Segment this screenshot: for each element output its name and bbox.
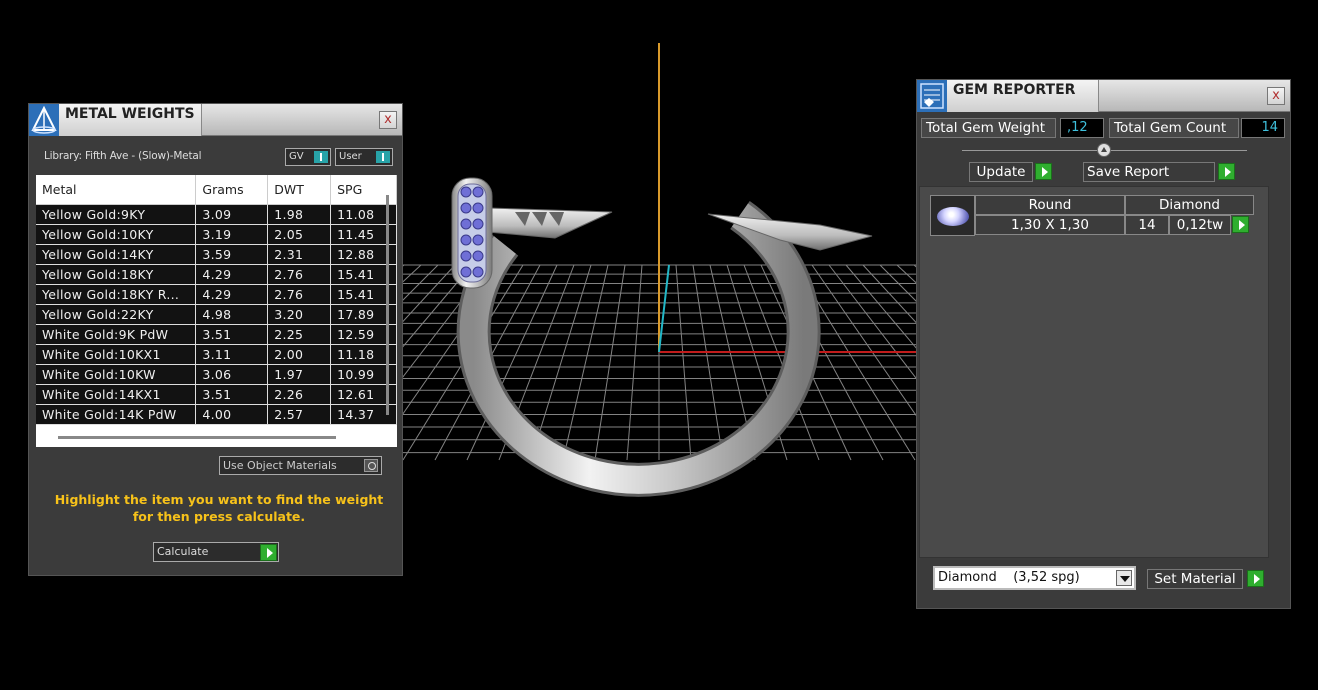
table-row[interactable]: Yellow Gold:9KY 3.09 1.98 11.08	[36, 204, 397, 225]
gem-shape: Round	[975, 195, 1125, 215]
user-toggle[interactable]: User	[335, 148, 393, 166]
cell-grams: 3.51	[195, 384, 269, 405]
cell-grams: 3.09	[195, 204, 269, 225]
metal-weights-titlebar[interactable]: METAL WEIGHTS x	[29, 104, 402, 136]
cell-metal: White Gold:9K PdW	[36, 324, 197, 345]
gem-count: 14	[1125, 215, 1169, 235]
gem-list[interactable]: Round Diamond 1,30 X 1,30 14 0,12tw	[919, 186, 1269, 558]
table-row[interactable]: Yellow Gold:18KY R... 4.29 2.76 15.41	[36, 284, 397, 305]
column-header-metal[interactable]: Metal	[36, 175, 197, 205]
cell-dwt: 2.31	[267, 244, 332, 265]
material-select-value: Diamond (3,52 spg)	[938, 570, 1080, 585]
table-row[interactable]: Yellow Gold:18KY 4.29 2.76 15.41	[36, 264, 397, 285]
cell-dwt: 2.76	[267, 284, 332, 305]
cell-metal: Yellow Gold:9KY	[36, 204, 197, 225]
table-row[interactable]: Yellow Gold:14KY 3.59 2.31 12.88	[36, 244, 397, 265]
cell-metal: Yellow Gold:10KY	[36, 224, 197, 245]
close-icon[interactable]: x	[379, 111, 397, 129]
cell-grams: 4.98	[195, 304, 269, 325]
instruction-text: Highlight the item you want to find the …	[54, 492, 384, 524]
cell-grams: 3.59	[195, 244, 269, 265]
cell-grams: 4.00	[195, 404, 269, 425]
cell-grams: 4.29	[195, 264, 269, 285]
column-header-grams[interactable]: Grams	[195, 175, 269, 205]
table-header-row: Metal Grams DWT SPG	[36, 175, 397, 205]
panel-title: METAL WEIGHTS	[59, 104, 202, 136]
cell-grams: 3.11	[195, 344, 269, 365]
gv-toggle-label: GV	[289, 151, 304, 162]
cell-dwt: 1.97	[267, 364, 332, 385]
gem-material: Diamond	[1125, 195, 1254, 215]
gem-play-icon[interactable]	[1232, 216, 1249, 233]
update-play-icon[interactable]	[1035, 163, 1052, 180]
gv-toggle[interactable]: GV	[285, 148, 331, 166]
play-icon	[260, 544, 277, 561]
table-row[interactable]: Yellow Gold:10KY 3.19 2.05 11.45	[36, 224, 397, 245]
total-gem-weight-label: Total Gem Weight	[921, 118, 1056, 138]
radio-icon	[364, 459, 378, 472]
cell-dwt: 2.05	[267, 224, 332, 245]
table-row[interactable]: Yellow Gold:22KY 4.98 3.20 17.89	[36, 304, 397, 325]
gem-weight: 0,12tw	[1169, 215, 1231, 235]
calculate-button[interactable]: Calculate	[153, 542, 279, 562]
use-object-materials-label: Use Object Materials	[223, 459, 337, 472]
library-label: Library: Fifth Ave - (Slow)-Metal	[44, 150, 202, 162]
metal-weights-panel: METAL WEIGHTS x Library: Fifth Ave - (Sl…	[28, 103, 403, 576]
cell-dwt: 2.25	[267, 324, 332, 345]
cell-dwt: 3.20	[267, 304, 332, 325]
cell-dwt: 2.76	[267, 264, 332, 285]
metal-table: Metal Grams DWT SPG Yellow Gold:9KY 3.09 1…	[36, 175, 397, 425]
panel-title: GEM REPORTER	[947, 80, 1099, 112]
total-gem-count-label: Total Gem Count	[1109, 118, 1239, 138]
gem-reporter-panel: GEM REPORTER x Total Gem Weight ,12 Tota…	[916, 79, 1291, 609]
round-gem-icon	[930, 195, 975, 236]
total-gem-count-value: 14	[1241, 118, 1285, 138]
toggle-icon	[376, 151, 390, 163]
cell-dwt: 2.57	[267, 404, 332, 425]
table-row[interactable]: White Gold:14KX1 3.51 2.26 12.61	[36, 384, 397, 405]
save-report-label[interactable]: Save Report	[1083, 162, 1215, 182]
cell-metal: White Gold:14KX1	[36, 384, 197, 405]
cell-metal: Yellow Gold:18KY	[36, 264, 197, 285]
total-gem-weight-value: ,12	[1060, 118, 1104, 138]
material-select[interactable]: Diamond (3,52 spg)	[933, 566, 1136, 590]
column-header-dwt[interactable]: DWT	[267, 175, 332, 205]
cell-grams: 3.19	[195, 224, 269, 245]
table-row[interactable]: White Gold:10KW 3.06 1.97 10.99	[36, 364, 397, 385]
vertical-scrollbar[interactable]	[386, 195, 389, 415]
cell-metal: White Gold:10KW	[36, 364, 197, 385]
cell-dwt: 2.00	[267, 344, 332, 365]
scale-icon	[29, 104, 59, 136]
set-material-play-icon[interactable]	[1247, 570, 1264, 587]
table-row[interactable]: White Gold:10KX1 3.11 2.00 11.18	[36, 344, 397, 365]
table-row[interactable]: White Gold:14K PdW 4.00 2.57 14.37	[36, 404, 397, 425]
cell-metal: White Gold:10KX1	[36, 344, 197, 365]
save-report-play-icon[interactable]	[1218, 163, 1235, 180]
close-icon[interactable]: x	[1267, 87, 1285, 105]
cell-grams: 3.06	[195, 364, 269, 385]
collapse-handle-icon[interactable]	[1097, 143, 1111, 157]
chevron-down-icon[interactable]	[1116, 570, 1132, 586]
cell-metal: Yellow Gold:14KY	[36, 244, 197, 265]
gem-report-icon	[917, 80, 947, 112]
cell-grams: 3.51	[195, 324, 269, 345]
cell-dwt: 2.26	[267, 384, 332, 405]
user-toggle-label: User	[339, 151, 362, 162]
gem-reporter-titlebar[interactable]: GEM REPORTER x	[917, 80, 1290, 112]
cell-grams: 4.29	[195, 284, 269, 305]
cell-dwt: 1.98	[267, 204, 332, 225]
cell-metal: Yellow Gold:18KY R...	[36, 284, 197, 305]
y-axis-line	[658, 264, 670, 353]
table-row[interactable]: White Gold:9K PdW 3.51 2.25 12.59	[36, 324, 397, 345]
calculate-label: Calculate	[157, 545, 209, 558]
gem-size: 1,30 X 1,30	[975, 215, 1125, 235]
cell-metal: White Gold:14K PdW	[36, 404, 197, 425]
metal-table-container[interactable]: Metal Grams DWT SPG Yellow Gold:9KY 3.09 1…	[36, 175, 397, 447]
use-object-materials-toggle[interactable]: Use Object Materials	[219, 456, 382, 475]
toggle-icon	[314, 151, 328, 163]
set-material-label[interactable]: Set Material	[1147, 569, 1243, 589]
cell-metal: Yellow Gold:22KY	[36, 304, 197, 325]
horizontal-scrollbar[interactable]	[58, 436, 336, 439]
update-label[interactable]: Update	[969, 162, 1033, 182]
